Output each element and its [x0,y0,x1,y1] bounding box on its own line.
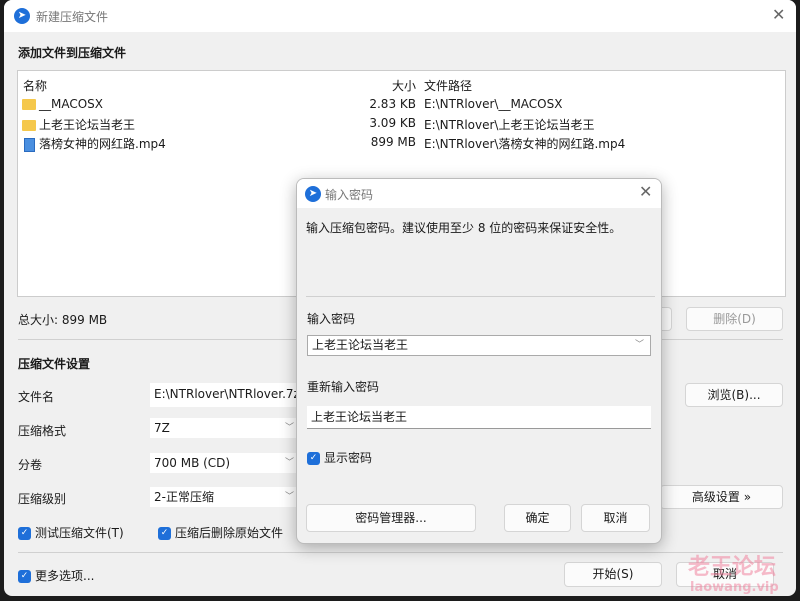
column-header-name[interactable]: 名称 [23,77,47,94]
divider [306,296,655,297]
section-heading-add: 添加文件到压缩文件 [18,46,127,60]
file-name-cell: __MACOSX [22,97,103,111]
start-button[interactable]: 开始(S) [564,562,662,587]
password-dialog: ➤ 输入密码 ✕ 输入压缩包密码。建议使用至少 8 位的密码来保证安全性。 输入… [296,178,662,544]
settings-heading: 压缩文件设置 [18,357,91,371]
more-options-label: 更多选项... [35,569,95,583]
filename-input[interactable]: E:\NTRlover\NTRlover.7z [150,383,300,407]
format-select[interactable]: 7Z ﹀ [150,418,300,438]
watermark-url: laowang.vip [690,580,779,595]
password-label: 输入密码 [307,312,356,326]
level-select[interactable]: 2-正常压缩 ﹀ [150,487,300,507]
column-header-path[interactable]: 文件路径 [424,77,472,94]
advanced-settings-button[interactable]: 高级设置 » [660,485,783,509]
password-value: 上老王论坛当老王 [312,338,409,352]
reenter-label: 重新输入密码 [307,380,380,394]
test-archive-checkbox[interactable]: ✓ 测试压缩文件(T) [18,524,124,541]
split-select[interactable]: 700 MB (CD) ﹀ [150,453,300,473]
column-header-size[interactable]: 大小 [358,77,416,94]
divider [18,552,783,553]
browse-button[interactable]: 浏览(B)... [685,383,783,407]
file-name: 上老王论坛当老王 [39,118,136,132]
split-label: 分卷 [18,458,43,472]
checkbox-checked-icon: ✓ [18,570,31,583]
file-size-cell: 2.83 KB [369,97,416,111]
table-row[interactable]: __MACOSX 2.83 KB E:\NTRlover\__MACOSX [18,96,785,115]
close-icon[interactable]: ✕ [772,5,785,24]
show-password-checkbox[interactable]: ✓ 显示密码 [307,449,372,466]
file-name: 落榜女神的网红路.mp4 [39,137,166,151]
file-size-cell: 899 MB [370,135,416,149]
checkbox-checked-icon: ✓ [18,527,31,540]
total-size: 总大小: 899 MB [18,313,108,327]
test-archive-label: 测试压缩文件(T) [35,526,124,540]
checkbox-checked-icon: ✓ [307,452,320,465]
password-manager-button[interactable]: 密码管理器... [306,504,476,532]
table-row[interactable]: 落榜女神的网红路.mp4 899 MB E:\NTRlover\落榜女神的网红路… [18,134,785,153]
chevron-down-icon: ﹀ [284,423,294,433]
dialog-cancel-button[interactable]: 取消 [581,504,650,532]
dialog-hint: 输入压缩包密码。建议使用至少 8 位的密码来保证安全性。 [306,221,622,235]
watermark-text: 老王论坛 [688,555,777,580]
split-value: 700 MB (CD) [154,456,231,470]
file-path-cell: E:\NTRlover\落榜女神的网红路.mp4 [424,137,626,151]
ok-button[interactable]: 确定 [504,504,571,532]
reenter-password-input[interactable]: 上老王论坛当老王 [307,406,651,429]
chevron-down-icon: ﹀ [284,458,294,468]
dialog-title: 输入密码 [325,188,374,202]
filename-label: 文件名 [18,390,55,404]
folder-icon [22,120,36,131]
format-label: 压缩格式 [18,424,67,438]
level-label: 压缩级别 [18,492,67,506]
title-bar: ➤ 新建压缩文件 ✕ [4,0,796,32]
delete-after-label: 压缩后删除原始文件 [175,526,284,540]
file-name-cell: 落榜女神的网红路.mp4 [22,135,166,152]
file-size-cell: 3.09 KB [369,116,416,130]
window-title: 新建压缩文件 [36,10,109,24]
show-password-label: 显示密码 [324,451,373,465]
format-value: 7Z [154,421,170,435]
more-options-checkbox[interactable]: ✓ 更多选项... [18,567,94,584]
file-name-cell: 上老王论坛当老王 [22,116,135,133]
app-logo-icon: ➤ [14,8,30,24]
table-row[interactable]: 上老王论坛当老王 3.09 KB E:\NTRlover\上老王论坛当老王 [18,115,785,134]
file-path-cell: E:\NTRlover\__MACOSX [424,97,563,111]
checkbox-checked-icon: ✓ [158,527,171,540]
file-name: __MACOSX [39,97,104,111]
video-file-icon [24,137,35,152]
delete-after-checkbox[interactable]: ✓ 压缩后删除原始文件 [158,524,283,541]
chevron-down-icon: ﹀ [284,492,294,502]
dialog-title-bar: ➤ 输入密码 ✕ [297,179,661,208]
password-input[interactable]: 上老王论坛当老王 ﹀ [307,335,651,356]
close-icon[interactable]: ✕ [639,182,652,201]
chevron-down-icon[interactable]: ﹀ [635,336,644,355]
app-logo-icon: ➤ [305,186,321,202]
file-path-cell: E:\NTRlover\上老王论坛当老王 [424,118,595,132]
delete-button[interactable]: 删除(D) [686,307,783,331]
level-value: 2-正常压缩 [154,490,214,504]
folder-icon [22,99,36,110]
